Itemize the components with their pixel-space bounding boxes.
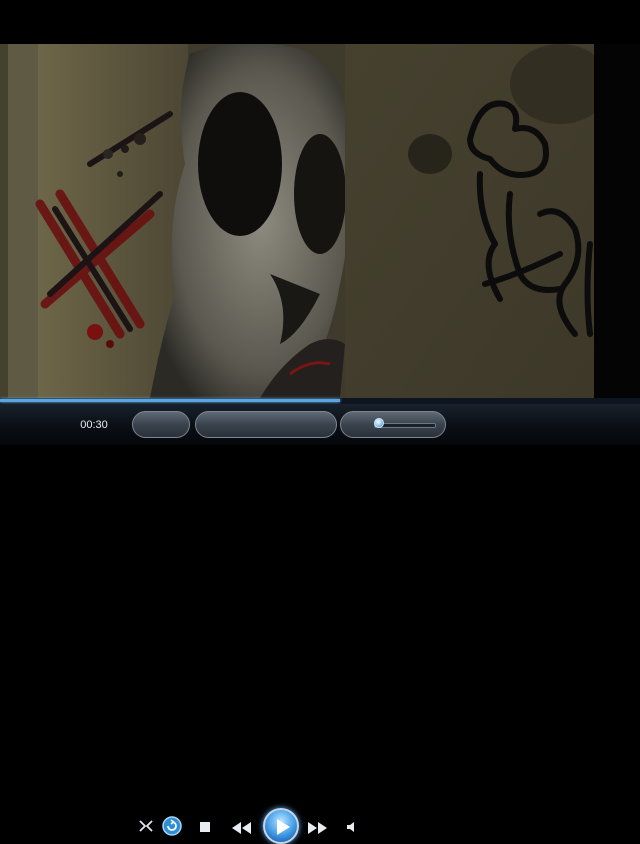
seek-progress-fill bbox=[0, 399, 341, 402]
volume-slider-thumb[interactable] bbox=[373, 418, 384, 428]
play-icon bbox=[275, 818, 291, 841]
mute-button[interactable] bbox=[345, 820, 357, 834]
shuffle-icon bbox=[136, 816, 156, 836]
shuffle-button[interactable] bbox=[136, 816, 156, 836]
video-display[interactable] bbox=[0, 0, 640, 398]
volume-icon bbox=[345, 820, 357, 834]
previous-button[interactable] bbox=[230, 821, 254, 835]
repeat-icon bbox=[161, 815, 183, 837]
video-still-graffiti-skull bbox=[0, 44, 594, 398]
transport-button-group bbox=[195, 411, 337, 438]
next-icon bbox=[305, 821, 329, 835]
play-button[interactable] bbox=[263, 808, 299, 844]
letterbox-right bbox=[594, 44, 640, 398]
next-button[interactable] bbox=[305, 821, 329, 835]
mode-button-group bbox=[132, 411, 190, 438]
stop-icon bbox=[198, 820, 212, 834]
controls-bar: 00:30 bbox=[0, 404, 640, 844]
stop-button[interactable] bbox=[198, 820, 212, 834]
previous-icon bbox=[230, 821, 254, 835]
repeat-button[interactable] bbox=[161, 815, 183, 837]
video-frame[interactable] bbox=[0, 44, 594, 398]
elapsed-time: 00:30 bbox=[80, 419, 108, 431]
